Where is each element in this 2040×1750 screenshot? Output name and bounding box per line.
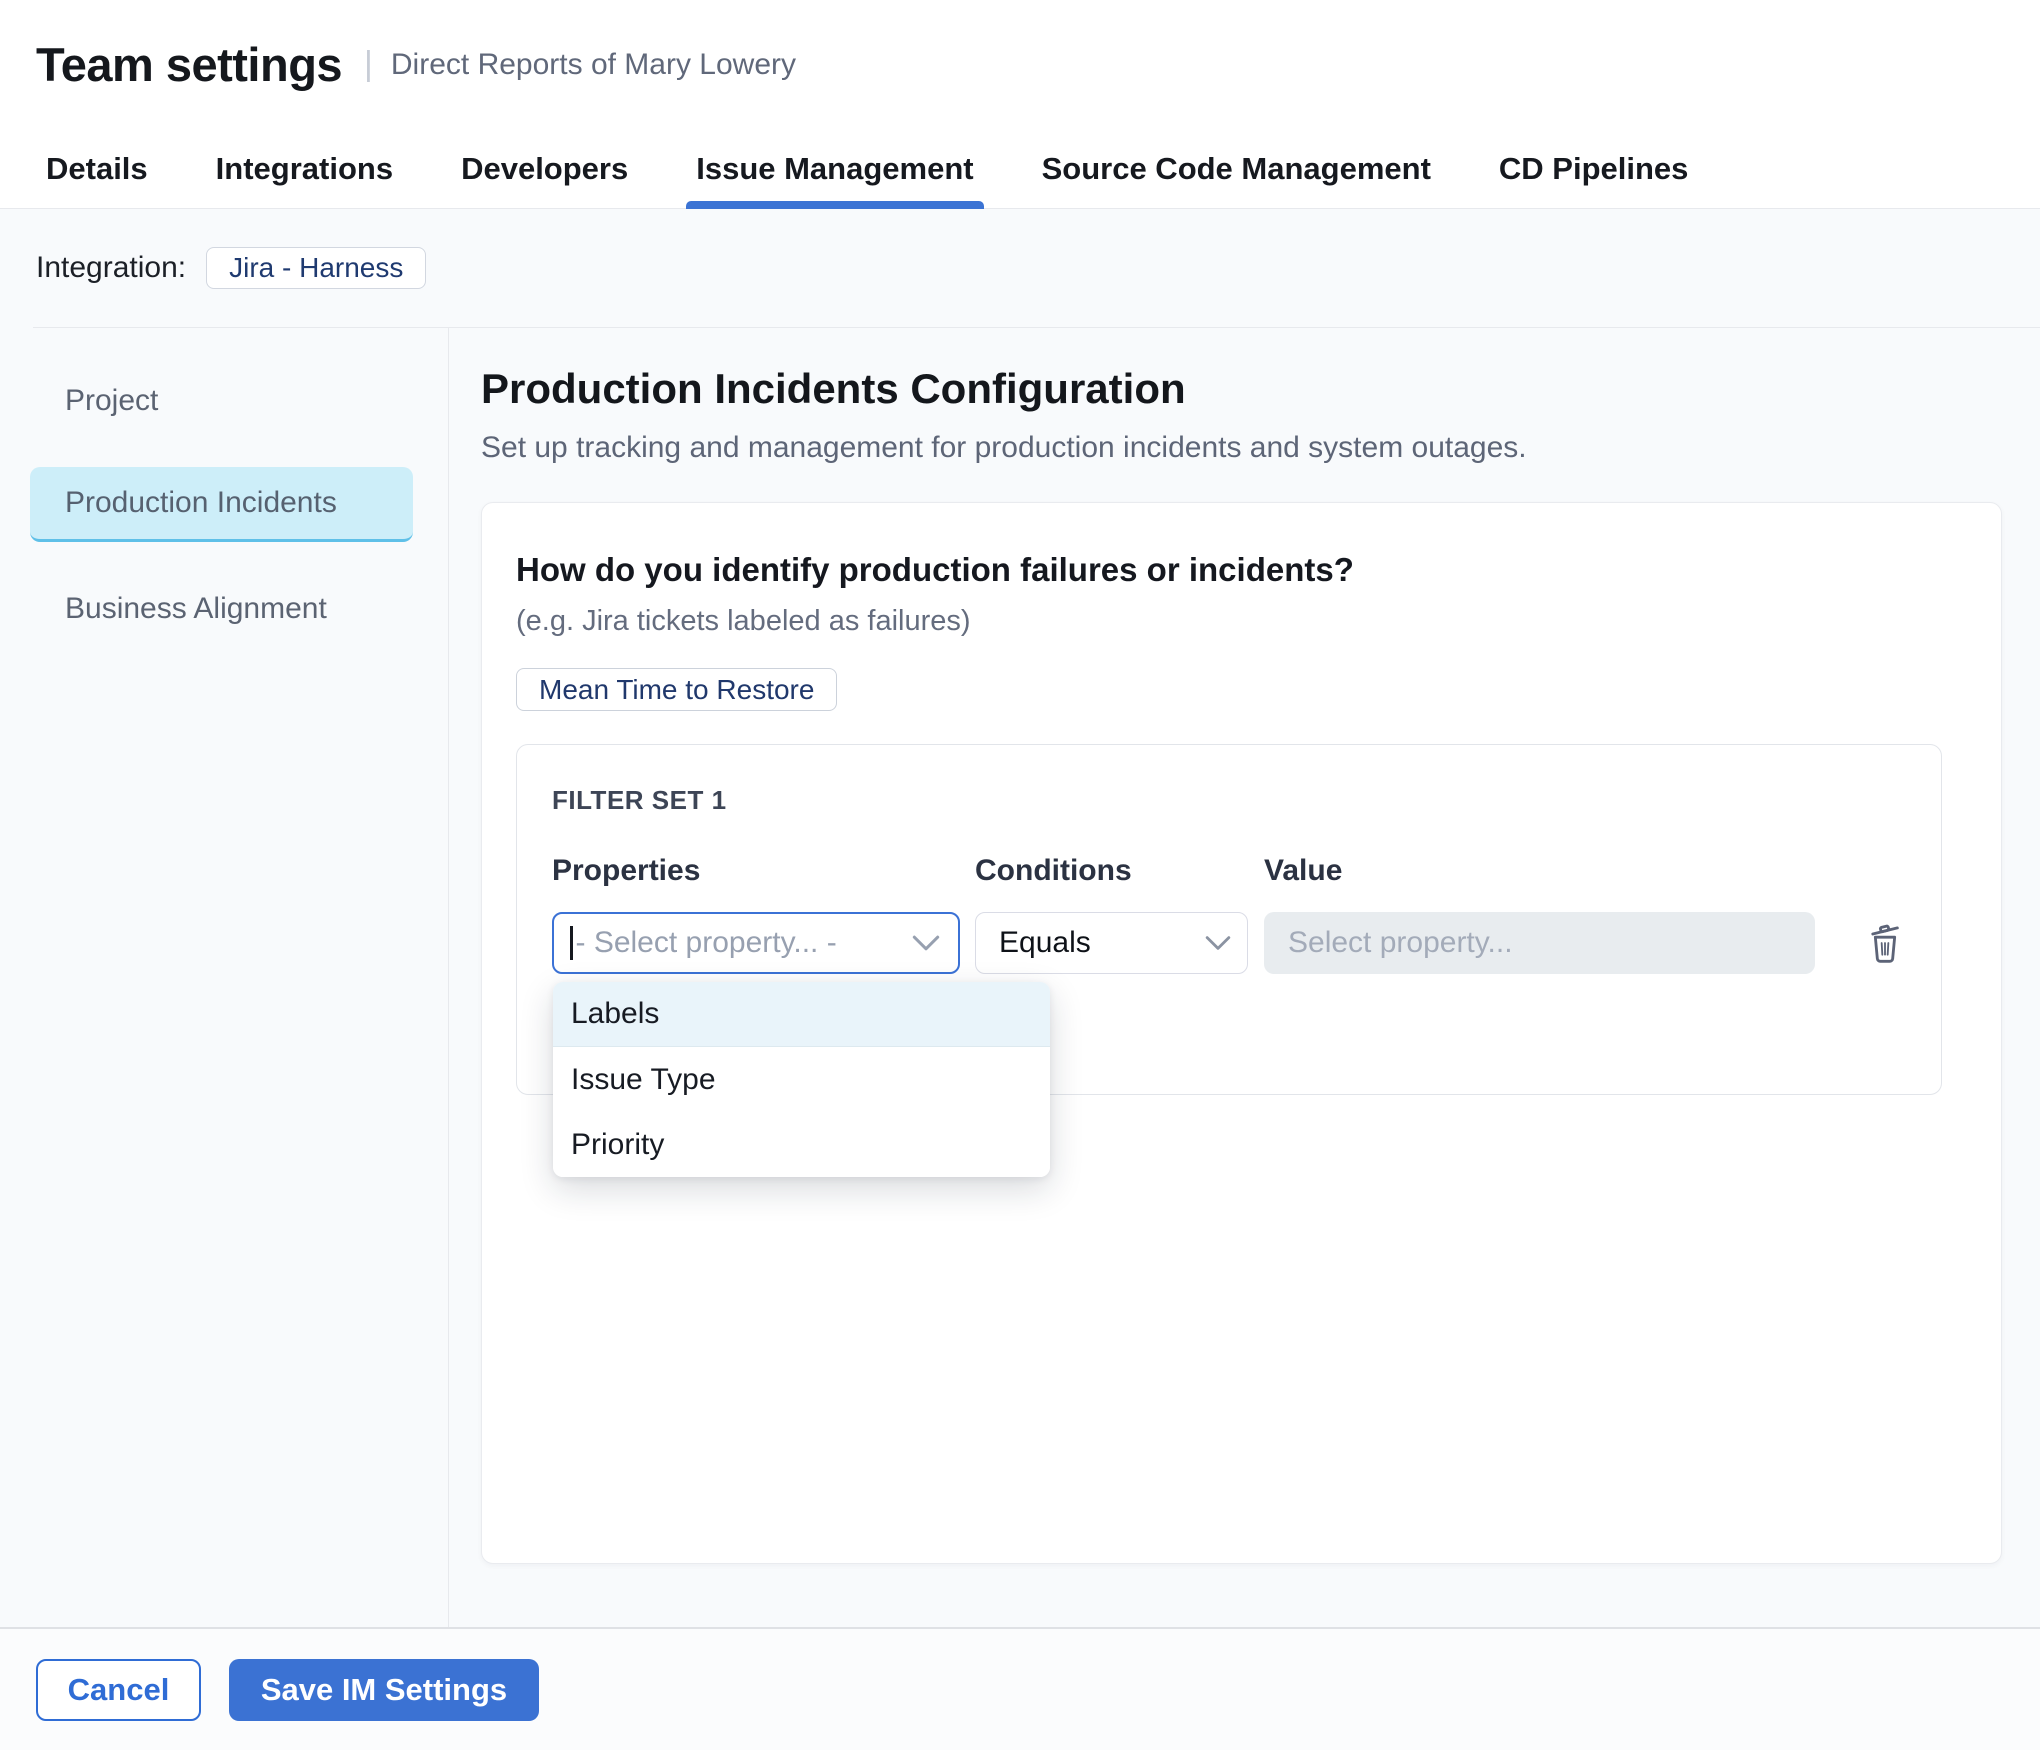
dropdown-option-priority[interactable]: Priority: [553, 1112, 1050, 1177]
title-separator: |: [364, 45, 373, 84]
conditions-select[interactable]: Equals: [975, 912, 1248, 974]
action-footer: Cancel Save IM Settings: [0, 1627, 2040, 1750]
conditions-column-label: Conditions: [975, 854, 1248, 888]
filter-column-headers: Properties Conditions Value: [552, 854, 1941, 888]
sidebar-item-business-alignment[interactable]: Business Alignment: [30, 571, 413, 646]
tab-issue-management[interactable]: Issue Management: [686, 129, 983, 208]
text-cursor: [570, 926, 573, 960]
page-title: Team settings: [36, 37, 342, 92]
value-input-placeholder: Select property...: [1288, 926, 1513, 960]
save-im-settings-button[interactable]: Save IM Settings: [229, 1659, 539, 1721]
filter-set-card: FILTER SET 1 Properties Conditions Value…: [516, 744, 1942, 1095]
properties-select-placeholder: - Select property... -: [576, 926, 913, 960]
filter-row: - Select property... - Equals: [552, 912, 1941, 974]
chevron-down-icon: [1205, 935, 1231, 951]
tab-source-code-management[interactable]: Source Code Management: [1032, 129, 1441, 208]
dropdown-option-labels[interactable]: Labels: [553, 982, 1050, 1047]
active-tab-underline: [686, 201, 983, 209]
incident-identification-card: How do you identify production failures …: [481, 502, 2002, 1564]
dropdown-option-issue-type[interactable]: Issue Type: [553, 1047, 1050, 1112]
identification-question-hint: (e.g. Jira tickets labeled as failures): [516, 605, 2001, 638]
trash-icon: [1865, 921, 1905, 965]
mean-time-to-restore-chip[interactable]: Mean Time to Restore: [516, 668, 837, 711]
conditions-select-value: Equals: [999, 926, 1205, 960]
properties-dropdown-menu: Labels Issue Type Priority: [553, 982, 1050, 1177]
value-column-label: Value: [1264, 854, 1815, 888]
tab-content-area: Integration: Jira - Harness Project Prod…: [0, 209, 2040, 1627]
page-header: Team settings | Direct Reports of Mary L…: [0, 0, 2040, 129]
team-name-subtitle: Direct Reports of Mary Lowery: [391, 48, 796, 82]
tab-details[interactable]: Details: [36, 129, 158, 208]
settings-sidebar: Project Production Incidents Business Al…: [0, 328, 449, 1627]
settings-tab-bar: Details Integrations Developers Issue Ma…: [0, 129, 2040, 209]
sidebar-item-project[interactable]: Project: [30, 363, 413, 438]
delete-filter-button[interactable]: [1865, 921, 1905, 965]
identification-question: How do you identify production failures …: [516, 551, 2001, 589]
cancel-button[interactable]: Cancel: [36, 1659, 201, 1721]
sidebar-item-production-incidents[interactable]: Production Incidents: [30, 467, 413, 542]
panel-subtitle: Set up tracking and management for produ…: [481, 430, 2002, 466]
production-incidents-panel: Production Incidents Configuration Set u…: [449, 328, 2040, 1627]
properties-column-label: Properties: [552, 854, 960, 888]
integration-row: Integration: Jira - Harness: [0, 209, 2040, 327]
value-input[interactable]: Select property...: [1264, 912, 1815, 974]
tab-integrations[interactable]: Integrations: [206, 129, 403, 208]
integration-label: Integration:: [36, 251, 186, 285]
properties-select[interactable]: - Select property... -: [552, 912, 960, 974]
tab-developers[interactable]: Developers: [451, 129, 638, 208]
integration-chip-jira-harness[interactable]: Jira - Harness: [206, 247, 426, 289]
panel-title: Production Incidents Configuration: [481, 364, 2002, 414]
tab-cd-pipelines[interactable]: CD Pipelines: [1489, 129, 1699, 208]
team-settings-page: Team settings | Direct Reports of Mary L…: [0, 0, 2040, 1750]
chevron-down-icon: [912, 934, 940, 952]
filter-set-title: FILTER SET 1: [552, 785, 1941, 816]
